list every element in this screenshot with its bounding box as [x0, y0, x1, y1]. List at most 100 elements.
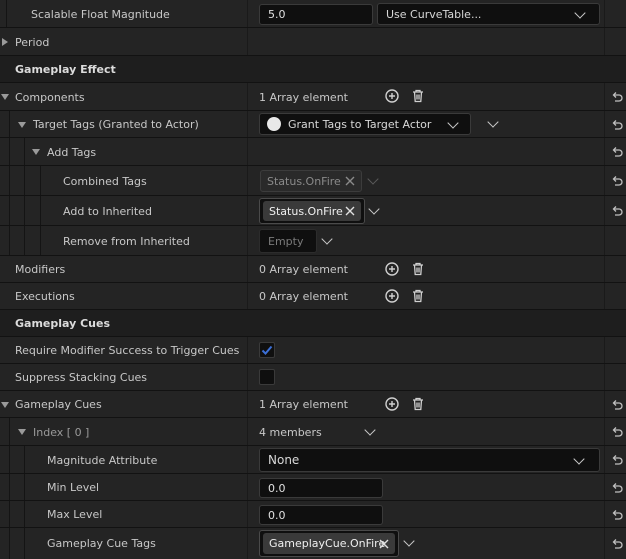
scalable-float-magnitude-label: Scalable Float Magnitude [31, 7, 170, 21]
reset-to-default-icon[interactable] [611, 399, 623, 411]
chevron-down-icon [447, 117, 459, 129]
category-title: Gameplay Cues [15, 317, 111, 330]
component-class-dropdown[interactable]: Grant Tags to Target Actor [259, 113, 471, 135]
target-tags-label: Target Tags (Granted to Actor) [33, 118, 199, 131]
remove-tag-icon[interactable] [345, 206, 355, 216]
remove-from-inherited-label: Remove from Inherited [63, 234, 190, 248]
gameplay-cues-count: 1 Array element [259, 398, 348, 411]
executions-count: 0 Array element [259, 290, 348, 303]
collapse-arrow-icon[interactable] [1, 94, 9, 100]
add-element-icon[interactable] [385, 397, 399, 411]
add-tags-label: Add Tags [47, 145, 97, 159]
scalable-float-value-input[interactable]: 5.0 [259, 4, 373, 25]
row-add-tags: Add Tags [0, 138, 626, 166]
combined-tags-label: Combined Tags [63, 174, 147, 188]
min-level-input[interactable]: 0.0 [259, 478, 383, 498]
chevron-down-icon[interactable] [321, 233, 333, 245]
reset-to-default-icon[interactable] [611, 205, 623, 217]
modifiers-label: Modifiers [15, 263, 66, 276]
require-modifier-label: Require Modifier Success to Trigger Cues [15, 344, 240, 357]
row-scalable-float-magnitude: Scalable Float Magnitude 5.0 Use CurveTa… [0, 0, 626, 28]
delete-all-icon[interactable] [411, 289, 425, 303]
row-combined-tags: Combined Tags Status.OnFire [0, 166, 626, 196]
row-period[interactable]: Period [0, 28, 626, 56]
combined-tag-chip: Status.OnFire [260, 170, 362, 192]
collapse-arrow-icon[interactable] [1, 401, 9, 408]
component-class-label: Grant Tags to Target Actor [288, 117, 432, 131]
row-add-to-inherited: Add to Inherited Status.OnFire [0, 196, 626, 226]
category-gameplay-cues[interactable]: Gameplay Cues [0, 310, 626, 337]
chevron-down-icon [574, 7, 586, 19]
magnitude-attribute-value: None [268, 453, 300, 467]
chevron-down-icon [367, 173, 379, 185]
delete-all-icon[interactable] [411, 89, 425, 103]
row-target-tags: Target Tags (Granted to Actor) Grant Tag… [0, 111, 626, 138]
reset-to-default-icon[interactable] [611, 426, 623, 438]
reset-to-default-icon[interactable] [611, 175, 623, 187]
row-gameplay-cues-array: Gameplay Cues 1 Array element [0, 391, 626, 418]
add-element-icon[interactable] [385, 89, 399, 103]
components-label: Components [15, 90, 85, 104]
curve-table-dropdown[interactable]: Use CurveTable... [377, 3, 600, 25]
category-gameplay-effect[interactable]: Gameplay Effect [0, 56, 626, 83]
add-element-icon[interactable] [385, 262, 399, 276]
require-modifier-checkbox[interactable] [259, 342, 275, 358]
row-require-modifier-success: Require Modifier Success to Trigger Cues [0, 337, 626, 364]
reset-to-default-icon[interactable] [611, 538, 623, 550]
reset-to-default-icon[interactable] [611, 91, 623, 103]
remove-tag-icon [345, 176, 355, 186]
combined-tag-text: Status.OnFire [267, 174, 341, 188]
expand-arrow-icon[interactable] [2, 38, 8, 46]
collapse-arrow-icon[interactable] [18, 429, 26, 435]
row-remove-from-inherited: Remove from Inherited Empty [0, 226, 626, 256]
max-level-input[interactable]: 0.0 [259, 505, 383, 525]
chevron-down-icon[interactable] [368, 203, 380, 215]
components-count: 1 Array element [259, 90, 348, 104]
inherited-tag-text: Status.OnFire [269, 204, 343, 218]
modifiers-count: 0 Array element [259, 263, 348, 276]
row-components: Components 1 Array element [0, 83, 626, 111]
remove-inherited-empty[interactable]: Empty [259, 229, 317, 253]
executions-label: Executions [15, 290, 75, 303]
chevron-down-icon[interactable] [403, 535, 415, 547]
row-modifiers: Modifiers 0 Array element [0, 256, 626, 283]
row-min-level: Min Level 0.0 [0, 474, 626, 501]
magnitude-attribute-label: Magnitude Attribute [47, 453, 158, 467]
row-suppress-stacking-cues: Suppress Stacking Cues [0, 364, 626, 391]
chevron-down-icon[interactable] [364, 424, 376, 436]
add-element-icon[interactable] [385, 289, 399, 303]
suppress-stacking-label: Suppress Stacking Cues [15, 371, 148, 384]
row-index-0: Index [ 0 ] 4 members [0, 418, 626, 446]
cue-tag-chip[interactable]: GameplayCue.OnFire [263, 533, 395, 554]
row-max-level: Max Level 0.0 [0, 501, 626, 528]
index-members: 4 members [259, 425, 322, 439]
reset-to-default-icon[interactable] [611, 482, 623, 494]
chevron-down-icon[interactable] [487, 116, 499, 128]
suppress-stacking-checkbox[interactable] [259, 369, 275, 385]
add-to-inherited-label: Add to Inherited [63, 204, 152, 218]
row-executions: Executions 0 Array element [0, 283, 626, 310]
reset-to-default-icon[interactable] [611, 454, 623, 466]
category-title: Gameplay Effect [15, 63, 116, 76]
checkmark-icon [261, 345, 273, 355]
reset-to-default-icon[interactable] [611, 119, 623, 131]
chevron-down-icon [573, 453, 585, 465]
period-label: Period [15, 35, 50, 49]
reset-to-default-icon[interactable] [611, 509, 623, 521]
remove-tag-icon[interactable] [379, 539, 389, 549]
magnitude-attribute-dropdown[interactable]: None [259, 448, 600, 472]
cue-tag-text: GameplayCue.OnFire [269, 537, 386, 550]
curve-table-label: Use CurveTable... [386, 7, 482, 21]
delete-all-icon[interactable] [411, 262, 425, 276]
index-label: Index [ 0 ] [33, 425, 90, 439]
inherited-tag-chip[interactable]: Status.OnFire [263, 201, 361, 221]
collapse-arrow-icon[interactable] [32, 149, 40, 155]
max-level-label: Max Level [47, 508, 103, 521]
row-gameplay-cue-tags: Gameplay Cue Tags GameplayCue.OnFire [0, 528, 626, 559]
delete-all-icon[interactable] [411, 397, 425, 411]
collapse-arrow-icon[interactable] [18, 121, 26, 128]
row-magnitude-attribute: Magnitude Attribute None [0, 446, 626, 474]
gameplay-cues-label: Gameplay Cues [15, 398, 102, 411]
min-level-label: Min Level [47, 481, 100, 494]
reset-to-default-icon[interactable] [611, 146, 623, 158]
